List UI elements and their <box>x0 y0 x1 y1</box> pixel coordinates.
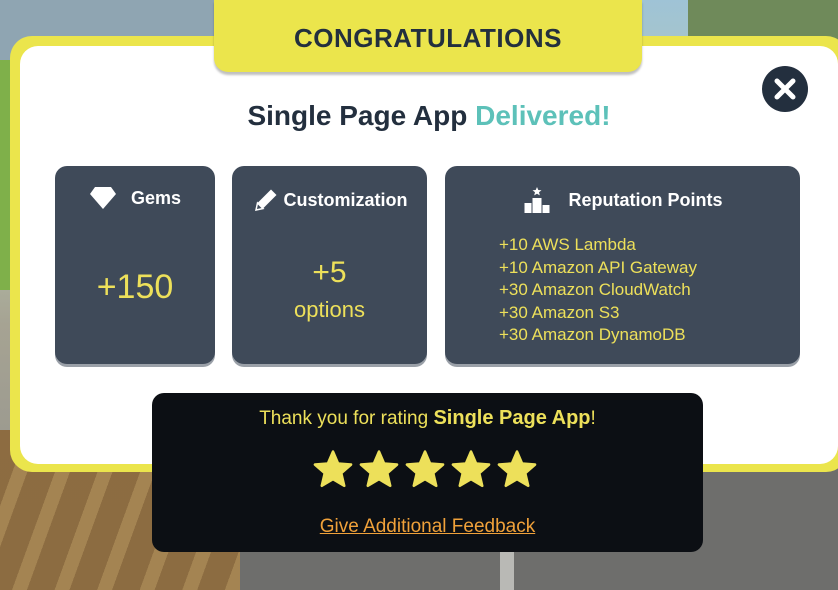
podium-icon <box>524 187 549 213</box>
star-1[interactable] <box>312 449 354 491</box>
rating-thanks-text: Thank you for rating Single Page App! <box>152 407 703 430</box>
star-icon <box>497 450 537 488</box>
pencil-icon <box>254 189 276 211</box>
reputation-list: +10 AWS Lambda +10 Amazon API Gateway +3… <box>499 234 697 347</box>
headline-app-name: Single Page App <box>247 100 468 131</box>
gems-card: Gems +150 <box>55 166 215 364</box>
star-3[interactable] <box>404 449 446 491</box>
modal-title: CONGRATULATIONS <box>214 0 642 72</box>
reputation-item: +30 Amazon DynamoDB <box>499 325 686 344</box>
star-2[interactable] <box>358 449 400 491</box>
rated-app-name: Single Page App <box>433 407 591 429</box>
reputation-label: Reputation Points <box>568 189 723 210</box>
reputation-item: +10 AWS Lambda <box>499 235 636 254</box>
close-icon <box>774 78 796 100</box>
rating-panel: Thank you for rating Single Page App! Gi… <box>152 393 703 552</box>
star-4[interactable] <box>450 449 492 491</box>
customization-label: Customization <box>283 189 408 210</box>
delivery-headline: Single Page App Delivered! <box>20 100 838 132</box>
star-icon <box>313 450 353 488</box>
reputation-item: +30 Amazon S3 <box>499 302 620 322</box>
additional-feedback-link[interactable]: Give Additional Feedback <box>152 516 703 538</box>
star-icon <box>405 450 445 488</box>
customization-card: Customization +5 options <box>232 166 427 364</box>
customization-card-header: Customization <box>232 186 427 214</box>
gems-card-header: Gems <box>55 186 215 210</box>
star-icon <box>451 450 491 488</box>
thanks-suffix: ! <box>590 408 596 429</box>
star-5[interactable] <box>496 449 538 491</box>
gems-value: +150 <box>96 268 174 306</box>
reputation-card-header: Reputation Points <box>445 186 800 214</box>
reputation-item: +10 Amazon API Gateway <box>499 257 697 277</box>
thanks-prefix: Thank you for rating <box>259 408 434 429</box>
customization-unit: options <box>294 297 365 322</box>
reputation-item: +30 Amazon CloudWatch <box>499 280 691 299</box>
star-rating <box>312 449 538 491</box>
gems-label: Gems <box>130 187 182 208</box>
reputation-card: Reputation Points +10 AWS Lambda +10 Ama… <box>445 166 800 364</box>
headline-status: Delivered! <box>475 100 611 131</box>
gem-icon <box>89 187 116 209</box>
star-icon <box>359 450 399 488</box>
customization-value: +5 <box>312 256 347 289</box>
